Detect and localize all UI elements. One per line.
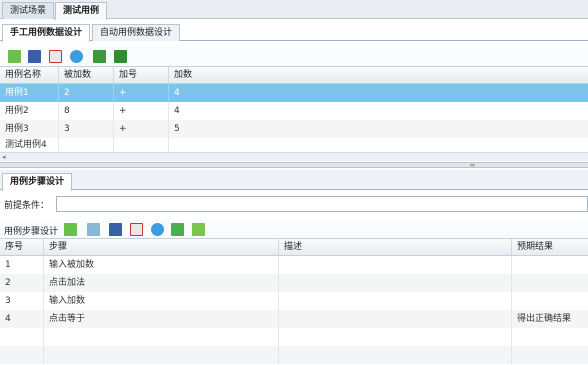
cell-empty	[279, 346, 512, 364]
cell-plus: +	[114, 120, 169, 138]
cell-expected-result	[512, 256, 588, 274]
cell-step: 输入被加数	[44, 256, 279, 274]
cell-addend2: 4	[174, 106, 180, 116]
tab-test-scenario[interactable]: 测试场景	[2, 2, 54, 19]
insert-icon[interactable]	[87, 223, 100, 236]
col-addend1[interactable]: 被加数	[59, 67, 114, 84]
table-row[interactable]: 用例1 2 + 4	[0, 84, 588, 102]
table-row[interactable]: 用例2 8 + 4	[0, 102, 588, 120]
cell-addend1: 8	[59, 102, 114, 120]
cell-addend1: 2	[59, 84, 114, 102]
cell-addend2: 5	[174, 124, 180, 134]
cell-expected-result	[512, 292, 588, 310]
table-row[interactable]: 1 输入被加数	[0, 256, 588, 274]
table-row-empty	[0, 346, 588, 364]
table-row[interactable]: 4 点击等于 得出正确结果	[0, 310, 588, 328]
save-icon[interactable]	[109, 223, 122, 236]
col-step[interactable]: 步骤	[44, 239, 279, 256]
col-plus[interactable]: 加号	[114, 67, 169, 84]
save-icon[interactable]	[28, 50, 41, 63]
steps-toolbar-title: 用例步骤设计	[4, 227, 59, 237]
tab-manual-case-data[interactable]: 手工用例数据设计	[2, 24, 90, 42]
export-icon[interactable]	[93, 50, 106, 63]
grip-icon: ═	[470, 161, 475, 170]
horizontal-scrollbar[interactable]: ◂	[0, 152, 588, 161]
down-arrow-icon[interactable]	[192, 223, 205, 236]
col-seq[interactable]: 序号	[0, 239, 44, 256]
steps-toolbar: 用例步骤设计	[0, 220, 588, 238]
tab-case-steps[interactable]: 用例步骤设计	[2, 173, 72, 191]
cell-empty	[44, 346, 279, 364]
tab-auto-case-data[interactable]: 自动用例数据设计	[92, 24, 180, 41]
cell-empty	[0, 328, 44, 346]
top-tab-bar: 测试场景 测试用例	[0, 0, 588, 20]
add-icon[interactable]	[8, 50, 21, 63]
cell-expected-result: 得出正确结果	[517, 314, 572, 324]
cell-step: 点击加法	[44, 274, 279, 292]
cell-description	[279, 310, 512, 328]
table-row[interactable]: 3 输入加数	[0, 292, 588, 310]
add-icon[interactable]	[64, 223, 77, 236]
cell-addend1	[59, 138, 114, 153]
steps-grid: 序号 步骤 描述 预期结果 1 输入被加数 2 点击加法 3 输入加数 4 点击…	[0, 238, 588, 365]
cell-plus: +	[114, 84, 169, 102]
refresh-icon[interactable]	[70, 50, 83, 63]
cell-empty	[0, 346, 44, 364]
precondition-input[interactable]	[56, 196, 588, 212]
delete-icon[interactable]	[49, 50, 62, 63]
cell-seq: 2	[0, 274, 44, 292]
cell-empty	[279, 328, 512, 346]
panel-splitter[interactable]: ═	[0, 161, 588, 170]
steps-grid-header: 序号 步骤 描述 预期结果	[0, 239, 588, 256]
cell-addend2: 4	[174, 88, 180, 98]
scroll-left-icon[interactable]: ◂	[2, 153, 6, 161]
cell-addend2	[169, 138, 588, 153]
cell-description	[279, 274, 512, 292]
import-icon[interactable]	[114, 50, 127, 63]
cell-description	[279, 292, 512, 310]
cell-plus: +	[114, 102, 169, 120]
table-row[interactable]: 测试用例4	[0, 138, 588, 153]
table-row[interactable]: 2 点击加法	[0, 274, 588, 292]
cell-addend1: 3	[59, 120, 114, 138]
delete-icon[interactable]	[130, 223, 143, 236]
up-arrow-icon[interactable]	[171, 223, 184, 236]
cell-case-name: 测试用例4	[0, 138, 59, 153]
col-description[interactable]: 描述	[279, 239, 512, 256]
refresh-icon[interactable]	[151, 223, 164, 236]
cell-seq: 1	[0, 256, 44, 274]
table-row[interactable]: 用例3 3 + 5	[0, 120, 588, 138]
cell-empty	[44, 328, 279, 346]
tab-test-case[interactable]: 测试用例	[55, 2, 107, 20]
case-grid: 用例名称 被加数 加号 加数 用例1 2 + 4 用例2 8 + 4 用例3 3…	[0, 66, 588, 153]
cell-case-name: 用例2	[0, 102, 59, 120]
col-case-name[interactable]: 用例名称	[0, 67, 59, 84]
cell-plus	[114, 138, 169, 153]
cell-expected-result	[512, 274, 588, 292]
sub-tab-bar: 手工用例数据设计 自动用例数据设计	[0, 22, 588, 42]
table-row-empty	[0, 328, 588, 346]
cell-case-name: 用例3	[0, 120, 59, 138]
cell-case-name: 用例1	[0, 84, 59, 102]
precondition-label: 前提条件：	[4, 201, 50, 211]
case-toolbar	[0, 47, 588, 67]
cell-seq: 4	[0, 310, 44, 328]
steps-panel-header: 用例步骤设计	[0, 170, 588, 191]
case-grid-header: 用例名称 被加数 加号 加数	[0, 67, 588, 84]
col-expected-result[interactable]: 预期结果	[512, 239, 588, 256]
cell-step: 点击等于	[44, 310, 279, 328]
col-addend2[interactable]: 加数	[169, 67, 588, 84]
cell-description	[279, 256, 512, 274]
cell-seq: 3	[0, 292, 44, 310]
cell-step: 输入加数	[44, 292, 279, 310]
